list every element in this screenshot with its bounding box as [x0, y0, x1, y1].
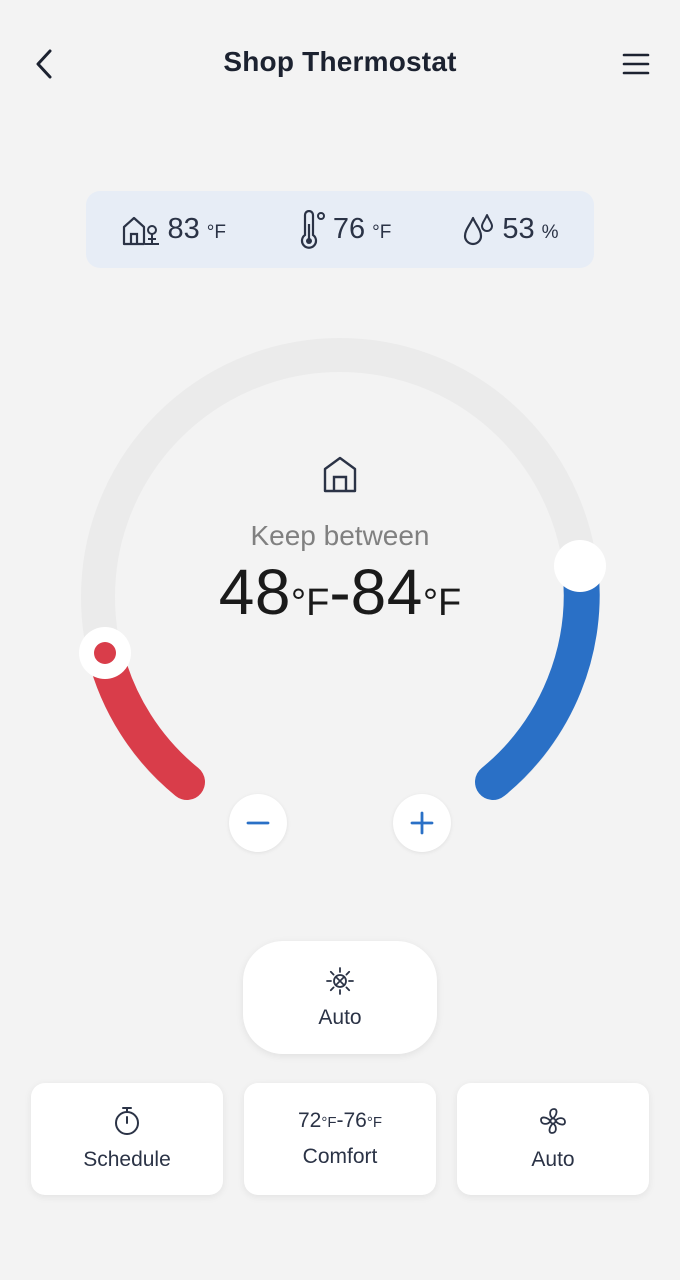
setpoint-range: 48°F-84°F [0, 555, 680, 629]
fan-mode-label: Auto [531, 1148, 575, 1171]
fan-icon [540, 1108, 566, 1134]
stopwatch-icon [115, 1107, 139, 1135]
heat-setpoint-unit: °F [290, 582, 330, 624]
system-mode-label: Auto [318, 1005, 362, 1029]
plus-icon [410, 811, 434, 835]
comfort-high-value: 76 [343, 1109, 367, 1132]
fan-mode-button[interactable]: Auto [457, 1083, 649, 1195]
schedule-label: Schedule [83, 1148, 171, 1171]
heat-setpoint-value: 48 [218, 556, 291, 628]
range-dash: - [329, 556, 351, 628]
heat-cool-auto-icon [326, 966, 354, 995]
comfort-dash: - [336, 1109, 344, 1132]
comfort-low-value: 72 [297, 1109, 322, 1132]
decrease-button[interactable] [229, 794, 287, 852]
keep-between-label: Keep between [250, 520, 430, 551]
comfort-preset-button[interactable]: 72°F-76°F Comfort [244, 1083, 436, 1195]
comfort-low-unit: °F [321, 1114, 337, 1131]
heat-setpoint-handle[interactable] [79, 627, 131, 679]
cool-setpoint-value: 84 [350, 556, 423, 628]
schedule-button[interactable]: Schedule [31, 1083, 223, 1195]
comfort-range: 72°F-76°F [298, 1109, 382, 1133]
increase-button[interactable] [393, 794, 451, 852]
home-icon [323, 456, 357, 493]
cool-setpoint-unit: °F [422, 582, 462, 624]
temperature-dial[interactable] [0, 0, 680, 900]
minus-icon [246, 821, 270, 825]
comfort-high-unit: °F [366, 1114, 383, 1131]
comfort-label: Comfort [302, 1145, 378, 1168]
dial-center [0, 455, 680, 498]
system-mode-button[interactable]: Auto [243, 941, 437, 1054]
